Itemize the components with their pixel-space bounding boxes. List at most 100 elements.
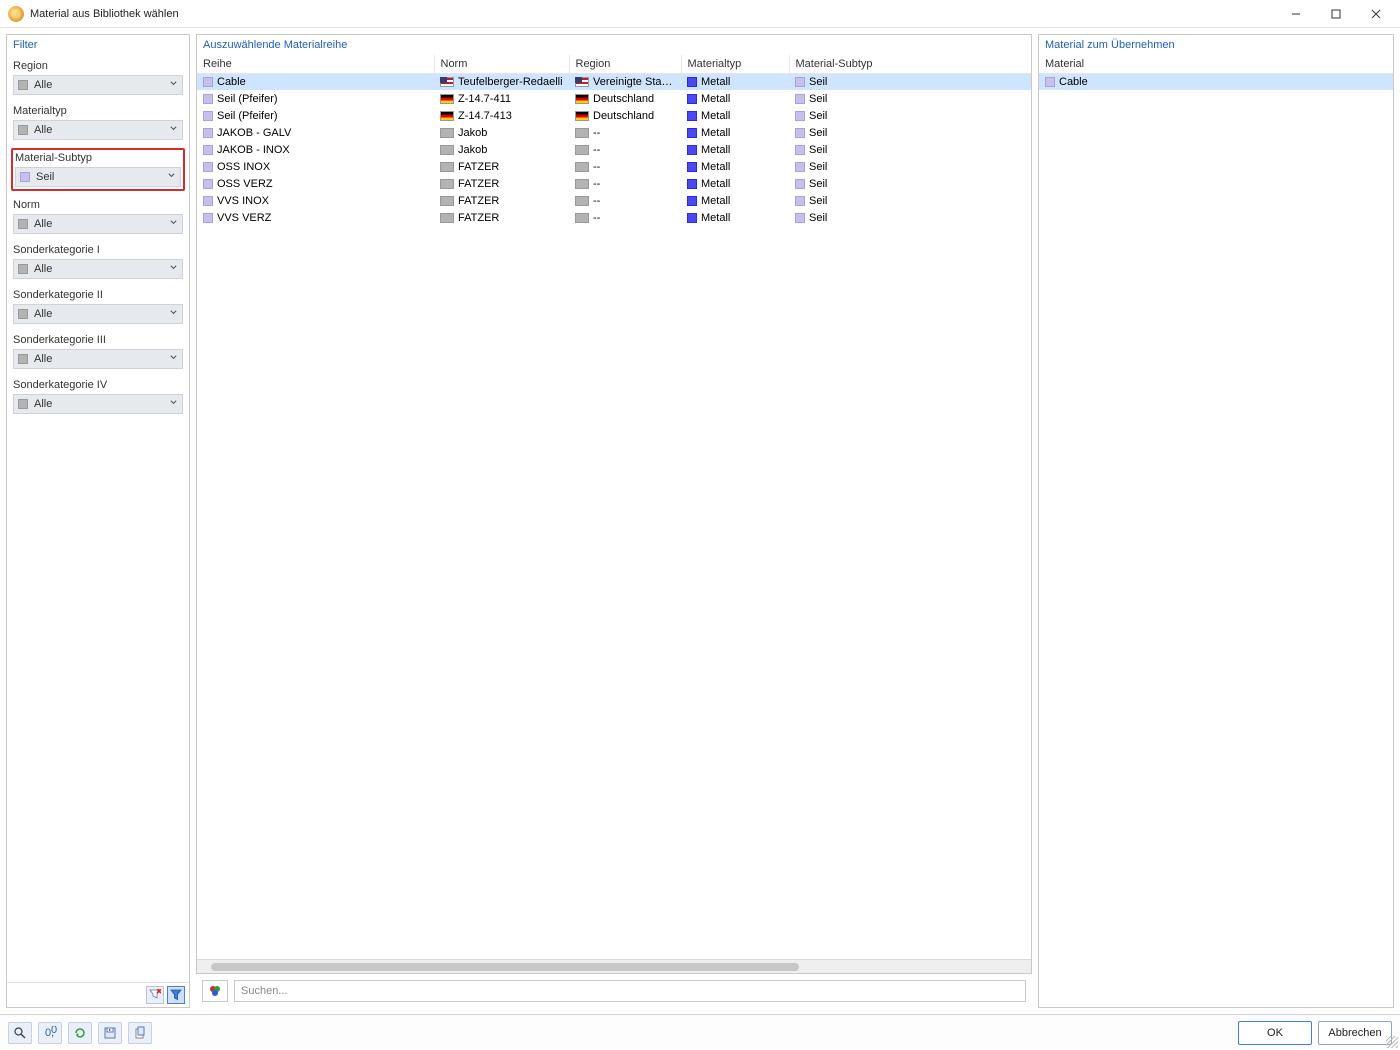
- minimize-button[interactable]: [1276, 2, 1316, 26]
- tool-units-icon[interactable]: 0,00: [38, 1022, 62, 1044]
- materials-header: Auszuwählende Materialreihe: [197, 35, 1031, 55]
- table-row[interactable]: OSS VERZFATZER--MetallSeil: [197, 175, 1031, 192]
- table-row[interactable]: JAKOB - GALVJakob--MetallSeil: [197, 124, 1031, 141]
- col-norm[interactable]: Norm: [434, 55, 569, 73]
- table-row[interactable]: Cable: [1039, 73, 1393, 90]
- search-tool-button[interactable]: [202, 980, 228, 1002]
- table-row[interactable]: JAKOB - INOXJakob--MetallSeil: [197, 141, 1031, 158]
- filter-group-6: Sonderkategorie IIIAlle: [13, 334, 183, 369]
- subtype-chip-icon: [795, 213, 805, 223]
- subtype-chip-icon: [795, 77, 805, 87]
- table-row[interactable]: VVS INOXFATZER--MetallSeil: [197, 192, 1031, 209]
- filter-group-7: Sonderkategorie IVAlle: [13, 379, 183, 414]
- swatch-icon: [18, 309, 28, 319]
- flag-icon: [575, 111, 589, 121]
- type-chip-icon: [687, 196, 697, 206]
- search-placeholder: Suchen...: [241, 985, 287, 997]
- resize-grip-icon[interactable]: [1386, 1036, 1398, 1048]
- swatch-icon: [18, 219, 28, 229]
- selection-table-wrap[interactable]: Material Cable: [1039, 55, 1393, 1007]
- filter-group-4: Sonderkategorie IAlle: [13, 244, 183, 279]
- footer: 0,00 OK Abbrechen: [0, 1014, 1400, 1050]
- filter-group-1: MaterialtypAlle: [13, 105, 183, 140]
- filter-value: Alle: [34, 79, 169, 91]
- filter-value: Alle: [34, 263, 169, 275]
- col-reihe[interactable]: Reihe: [197, 55, 434, 73]
- table-row[interactable]: CableTeufelberger-RedaelliVereinigte Sta…: [197, 73, 1031, 90]
- flag-icon: [440, 196, 454, 206]
- window-title: Material aus Bibliothek wählen: [30, 8, 1276, 20]
- filter-combo-2[interactable]: Seil: [15, 167, 181, 187]
- tool-save-icon[interactable]: [98, 1022, 122, 1044]
- subtype-chip-icon: [795, 128, 805, 138]
- filter-combo-5[interactable]: Alle: [13, 304, 183, 324]
- titlebar: Material aus Bibliothek wählen: [0, 0, 1400, 28]
- filter-label: Norm: [13, 199, 183, 211]
- selection-header: Material zum Übernehmen: [1039, 35, 1393, 55]
- type-chip-icon: [687, 111, 697, 121]
- swatch-icon: [20, 172, 30, 182]
- col-region[interactable]: Region: [569, 55, 681, 73]
- filter-group-5: Sonderkategorie II Alle: [13, 289, 183, 324]
- subtype-chip-icon: [795, 145, 805, 155]
- material-chip-icon: [1045, 77, 1055, 87]
- selection-panel: Material zum Übernehmen Material Cable: [1038, 34, 1394, 1008]
- chevron-down-icon: [169, 79, 178, 91]
- cancel-button[interactable]: Abbrechen: [1318, 1021, 1392, 1045]
- material-chip-icon: [203, 111, 213, 121]
- tool-clipboard-icon[interactable]: [128, 1022, 152, 1044]
- maximize-button[interactable]: [1316, 2, 1356, 26]
- close-button[interactable]: [1356, 2, 1396, 26]
- svg-text:00: 00: [51, 1026, 57, 1036]
- subtype-chip-icon: [795, 179, 805, 189]
- search-input[interactable]: Suchen...: [234, 980, 1026, 1002]
- clear-filter-button[interactable]: [146, 986, 164, 1004]
- material-chip-icon: [203, 213, 213, 223]
- chevron-down-icon: [169, 218, 178, 230]
- flag-icon: [440, 162, 454, 172]
- scroll-thumb[interactable]: [211, 963, 799, 971]
- filter-combo-3[interactable]: Alle: [13, 214, 183, 234]
- chevron-down-icon: [169, 308, 178, 320]
- filter-combo-7[interactable]: Alle: [13, 394, 183, 414]
- table-row[interactable]: Seil (Pfeifer)Z-14.7-411DeutschlandMetal…: [197, 90, 1031, 107]
- col-sub[interactable]: Material-Subtyp: [789, 55, 1031, 73]
- chevron-down-icon: [169, 353, 178, 365]
- filter-value: Seil: [36, 171, 167, 183]
- filter-label: Sonderkategorie II: [13, 289, 183, 301]
- flag-icon: [575, 162, 589, 172]
- material-chip-icon: [203, 179, 213, 189]
- apply-filter-button[interactable]: [167, 986, 185, 1004]
- selection-table: Material Cable: [1039, 55, 1393, 90]
- swatch-icon: [18, 399, 28, 409]
- flag-icon: [575, 196, 589, 206]
- filter-value: Alle: [34, 308, 169, 320]
- col-material[interactable]: Material: [1039, 55, 1393, 73]
- filter-combo-1[interactable]: Alle: [13, 120, 183, 140]
- swatch-icon: [18, 354, 28, 364]
- table-row[interactable]: OSS INOXFATZER--MetallSeil: [197, 158, 1031, 175]
- materials-table-wrap[interactable]: Reihe Norm Region Materialtyp Material-S…: [197, 55, 1031, 959]
- filter-group-2: Material-SubtypSeil: [11, 148, 185, 191]
- type-chip-icon: [687, 94, 697, 104]
- materials-hscroll[interactable]: [197, 959, 1031, 973]
- filter-label: Region: [13, 60, 183, 72]
- filter-value: Alle: [34, 218, 169, 230]
- flag-icon: [575, 179, 589, 189]
- tool-refresh-icon[interactable]: [68, 1022, 92, 1044]
- filter-combo-0[interactable]: Alle: [13, 75, 183, 95]
- filter-group-3: Norm Alle: [13, 199, 183, 234]
- flag-icon: [575, 77, 589, 87]
- type-chip-icon: [687, 213, 697, 223]
- flag-icon: [440, 111, 454, 121]
- table-row[interactable]: VVS VERZFATZER--MetallSeil: [197, 209, 1031, 226]
- type-chip-icon: [687, 128, 697, 138]
- search-row: Suchen...: [196, 980, 1032, 1008]
- col-typ[interactable]: Materialtyp: [681, 55, 789, 73]
- filter-combo-4[interactable]: Alle: [13, 259, 183, 279]
- tool-zoom-icon[interactable]: [8, 1022, 32, 1044]
- filter-combo-6[interactable]: Alle: [13, 349, 183, 369]
- chevron-down-icon: [169, 124, 178, 136]
- table-row[interactable]: Seil (Pfeifer)Z-14.7-413DeutschlandMetal…: [197, 107, 1031, 124]
- ok-button[interactable]: OK: [1238, 1021, 1312, 1045]
